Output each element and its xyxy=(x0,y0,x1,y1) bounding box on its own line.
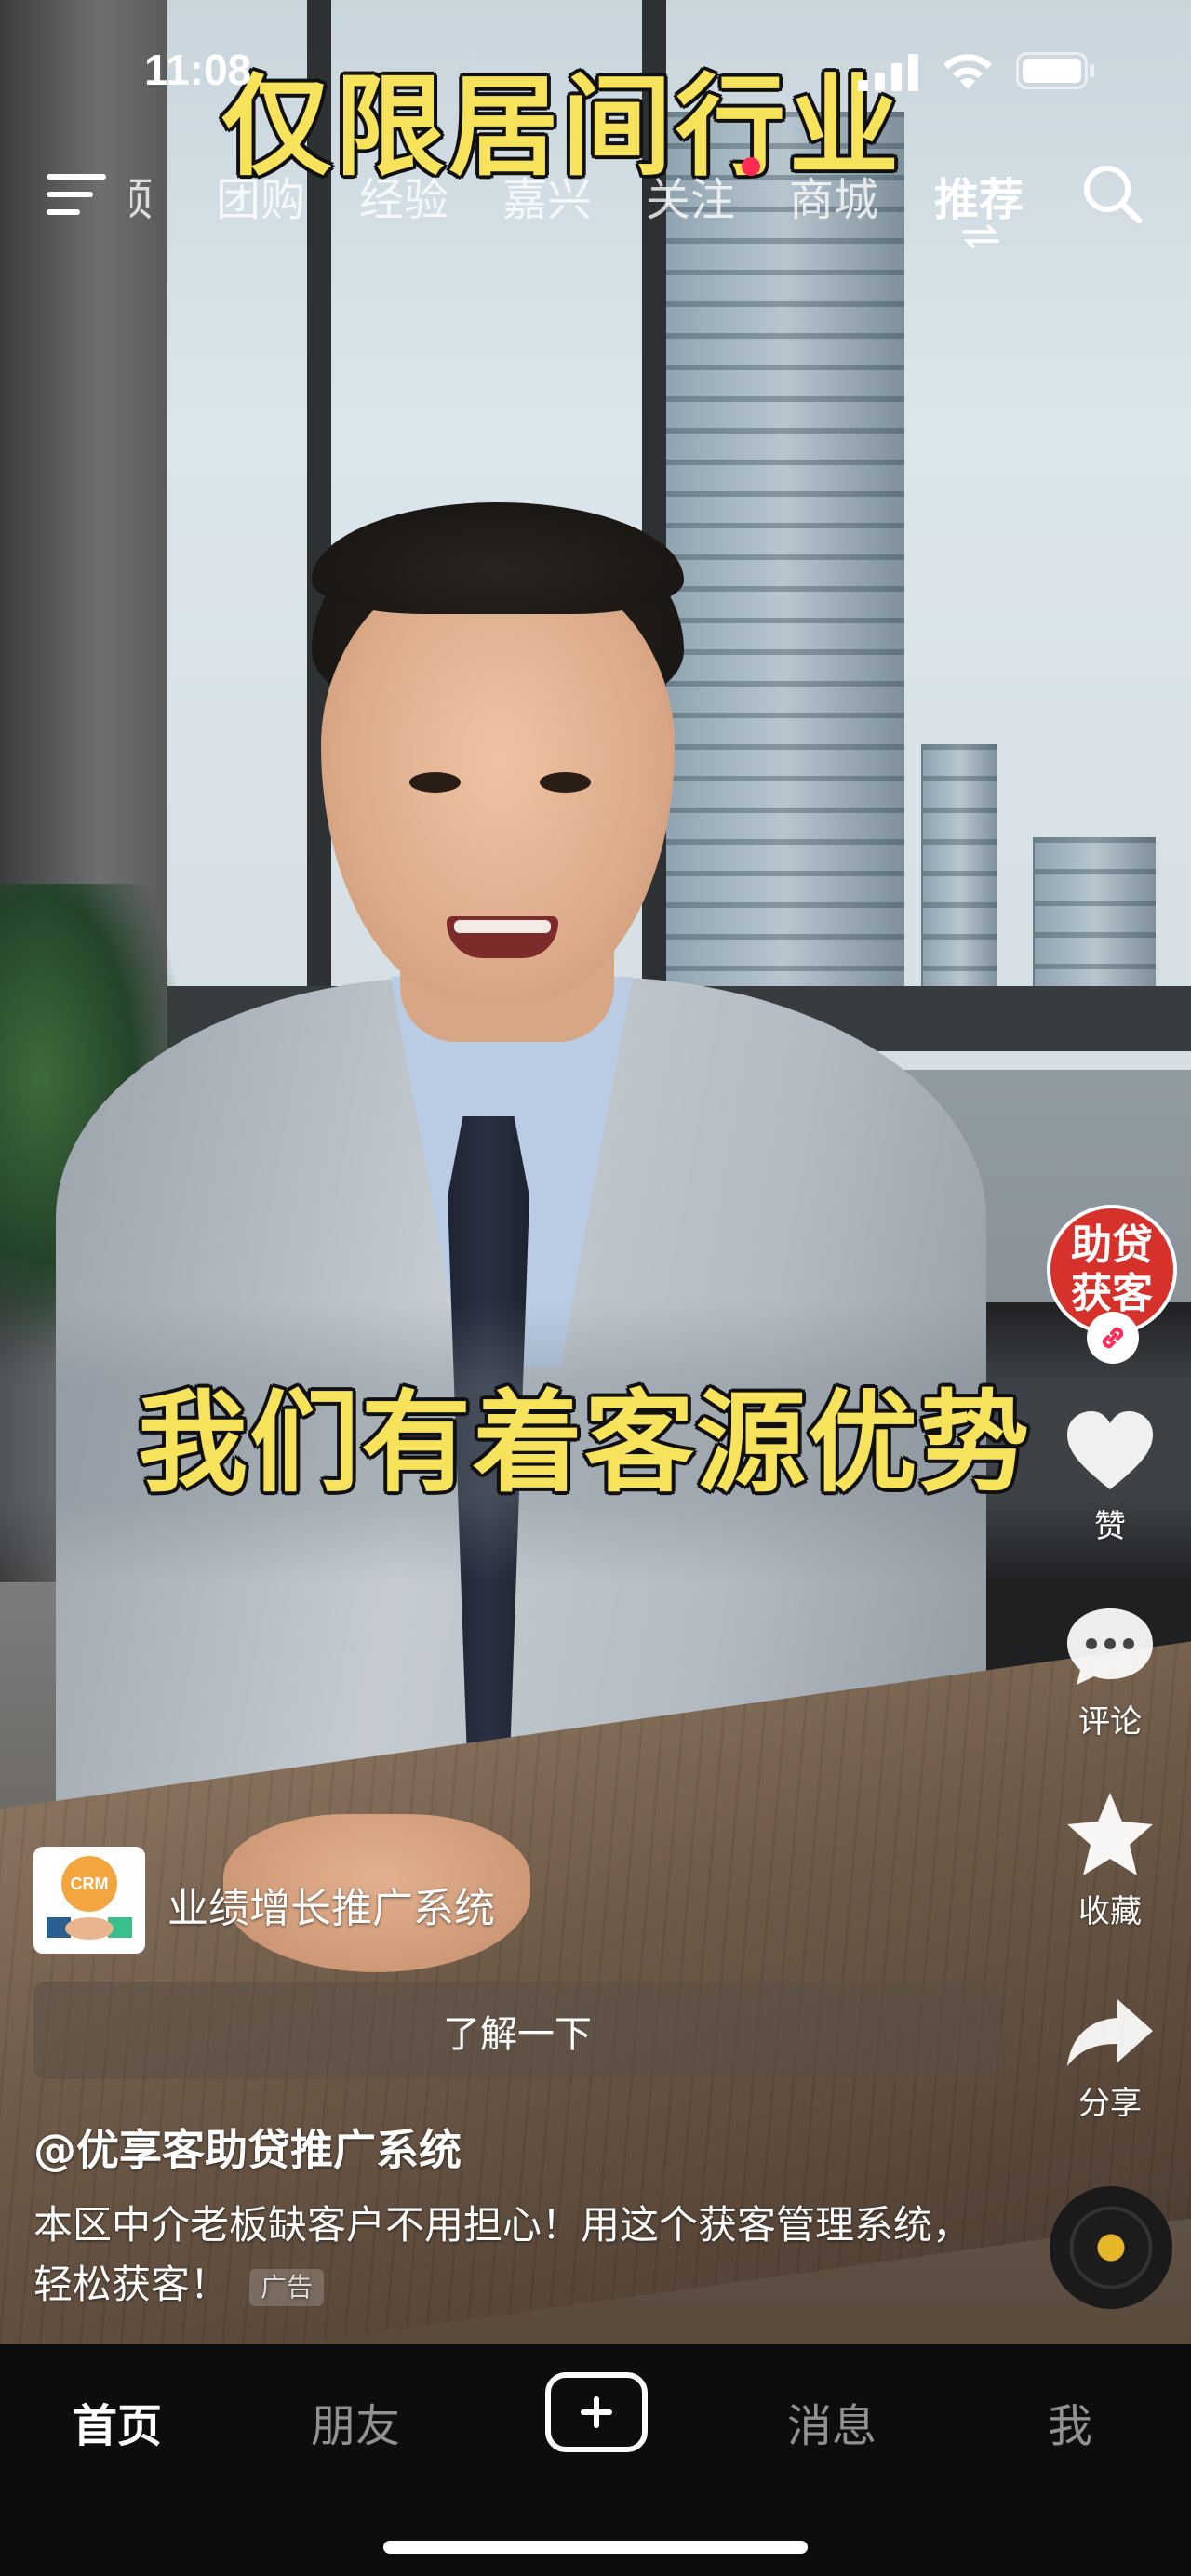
link-icon[interactable] xyxy=(1087,1312,1139,1364)
chain-link-icon xyxy=(1102,1327,1124,1349)
presenter-eye xyxy=(540,772,591,793)
ad-badge: 广告 xyxy=(249,2268,325,2306)
battery-icon xyxy=(1016,52,1094,89)
tab-group-buy[interactable]: 团购 xyxy=(216,163,305,228)
tab-experience[interactable]: 经验 xyxy=(359,163,448,228)
learn-more-button[interactable]: 了解一下 xyxy=(33,1982,1001,2079)
share-arrow-icon xyxy=(1067,1999,1153,2066)
presenter-mouth xyxy=(447,916,558,958)
share-label: 分享 xyxy=(1078,2085,1142,2122)
handshake-icon xyxy=(47,1917,132,1940)
tab-following[interactable]: 关注 xyxy=(646,163,735,228)
background-building xyxy=(921,744,997,1005)
top-navigation: 顶 团购 经验 嘉兴 关注 商城 推荐 xyxy=(0,153,1191,248)
presenter-eye xyxy=(409,772,461,793)
favorite-label: 收藏 xyxy=(1078,1893,1142,1930)
wifi-icon xyxy=(943,54,992,89)
menu-icon xyxy=(47,174,106,180)
heart-icon xyxy=(1067,1411,1153,1489)
share-button[interactable]: 分享 xyxy=(1059,1995,1161,2123)
crm-logo-text: CRM xyxy=(61,1856,117,1912)
cellular-signal-icon xyxy=(858,54,918,91)
menu-icon-line xyxy=(47,192,93,197)
status-time: 11:08 xyxy=(144,46,252,94)
notification-dot xyxy=(742,157,760,176)
tab-jiaxing[interactable]: 嘉兴 xyxy=(502,163,592,228)
star-icon xyxy=(1067,1793,1153,1875)
comment-label: 评论 xyxy=(1078,1703,1142,1741)
tab-mall[interactable]: 商城 xyxy=(789,163,878,228)
like-button[interactable]: 赞 xyxy=(1059,1409,1161,1546)
tab-recommend[interactable]: 推荐 xyxy=(934,163,1024,228)
tab-cutoff[interactable]: 顶 xyxy=(130,163,153,228)
comment-bubble-icon xyxy=(1067,1608,1153,1685)
favorite-button[interactable]: 收藏 xyxy=(1059,1791,1161,1931)
background-skyscraper xyxy=(661,112,904,1005)
menu-icon-line xyxy=(47,209,80,215)
tab-messages[interactable]: 消息 xyxy=(787,2389,877,2454)
create-button[interactable] xyxy=(545,2372,648,2452)
tab-home[interactable]: 首页 xyxy=(73,2389,162,2454)
music-disc-icon[interactable] xyxy=(1050,2186,1172,2309)
status-bar: 11:08 xyxy=(0,37,1191,102)
post-description: 本区中介老板缺客户不用担心！用这个获客管理系统，轻松获客！ 广告 xyxy=(33,2196,1001,2315)
like-label: 赞 xyxy=(1094,1508,1126,1545)
background-building xyxy=(1033,837,1156,1005)
switch-arrows-icon xyxy=(962,224,999,248)
description-text: 本区中介老板缺客户不用担心！用这个获客管理系统，轻松获客！ xyxy=(33,2202,972,2307)
author-handle[interactable]: @优享客助贷推广系统 xyxy=(33,2116,462,2178)
tab-me[interactable]: 我 xyxy=(1048,2389,1092,2454)
home-indicator[interactable] xyxy=(383,2541,808,2554)
tab-friends[interactable]: 朋友 xyxy=(311,2389,400,2454)
comment-button[interactable]: 评论 xyxy=(1059,1605,1161,1742)
learn-more-label: 了解一下 xyxy=(443,2012,592,2056)
avatar-text: 助贷获客 xyxy=(1071,1221,1153,1317)
ad-title[interactable]: 业绩增长推广系统 xyxy=(167,1875,495,1934)
menu-button[interactable] xyxy=(47,170,106,219)
ad-logo[interactable]: CRM xyxy=(33,1847,145,1954)
video-caption-middle: 我们有着客源优势 xyxy=(138,1379,1032,1507)
search-icon[interactable] xyxy=(1079,161,1144,226)
